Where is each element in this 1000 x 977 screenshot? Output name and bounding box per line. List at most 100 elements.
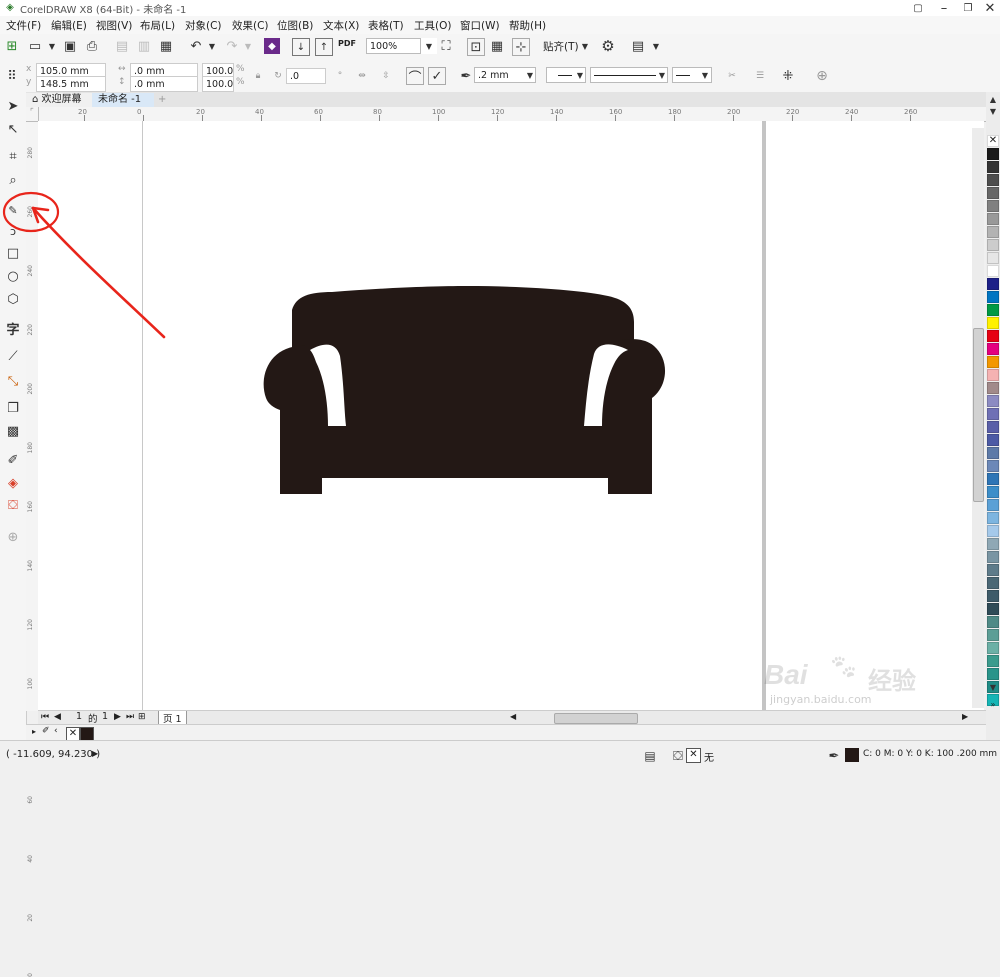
- save-icon[interactable]: ▣: [62, 38, 78, 54]
- color-swatch[interactable]: [987, 330, 999, 342]
- first-page-icon[interactable]: ⏮: [41, 712, 49, 722]
- zoom-dropdown-icon[interactable]: ▼: [420, 38, 437, 54]
- color-swatch[interactable]: [987, 161, 999, 173]
- menu-view[interactable]: 视图(V): [96, 18, 132, 33]
- polygon-tool-icon[interactable]: ⬡: [5, 291, 21, 307]
- redo-dropdown-icon[interactable]: ▼: [240, 38, 256, 54]
- lock-ratio-icon[interactable]: 🔒︎: [250, 68, 266, 84]
- color-swatch[interactable]: [987, 291, 999, 303]
- y-position-field[interactable]: 148.5 mm: [36, 76, 106, 92]
- redo-icon[interactable]: ↷: [224, 38, 240, 54]
- connector-tool-icon[interactable]: ⤡: [5, 373, 21, 389]
- color-swatch[interactable]: [987, 499, 999, 511]
- color-swatch[interactable]: [987, 239, 999, 251]
- show-grid-icon[interactable]: ▦: [489, 38, 505, 54]
- menu-table[interactable]: 表格(T): [368, 18, 404, 33]
- wrap-text-icon[interactable]: ☰: [752, 68, 768, 84]
- smart-fill-icon[interactable]: ⛋: [5, 497, 21, 513]
- account-icon[interactable]: ▢: [910, 0, 926, 16]
- ellipse-tool-icon[interactable]: ○: [5, 268, 21, 284]
- color-swatch[interactable]: [987, 421, 999, 433]
- vertical-scrollbar-thumb[interactable]: [973, 328, 984, 502]
- color-swatch[interactable]: [987, 590, 999, 602]
- color-swatch[interactable]: [987, 525, 999, 537]
- show-guidelines-icon[interactable]: ⊹: [512, 38, 530, 56]
- height-field[interactable]: .0 mm: [130, 76, 198, 92]
- color-swatch[interactable]: [987, 603, 999, 615]
- color-eyedropper-tool-icon[interactable]: ✐: [5, 452, 21, 468]
- color-swatch[interactable]: [987, 174, 999, 186]
- tab-welcome-screen[interactable]: ⌂ 欢迎屏幕: [26, 93, 102, 107]
- color-swatch[interactable]: [987, 434, 999, 446]
- hscroll-right-icon[interactable]: ▶: [962, 712, 968, 721]
- options-gear-icon[interactable]: ⚙: [600, 37, 616, 55]
- palette-scroll-up-icon[interactable]: ▲: [986, 94, 1000, 104]
- color-swatch[interactable]: [987, 252, 999, 264]
- zoom-tool-icon[interactable]: ⌕: [5, 172, 21, 188]
- color-swatch[interactable]: [987, 278, 999, 290]
- new-tab-button[interactable]: +: [152, 93, 172, 107]
- crop-tool-icon[interactable]: ⌗: [5, 148, 21, 164]
- next-page-icon[interactable]: ▶: [114, 712, 121, 722]
- search-content-icon[interactable]: ◆: [264, 38, 280, 54]
- status-flyout-icon[interactable]: ▶: [92, 749, 98, 758]
- color-swatch[interactable]: [987, 551, 999, 563]
- menu-tools[interactable]: 工具(O): [414, 18, 451, 33]
- open-dropdown-icon[interactable]: ▼: [44, 38, 60, 54]
- menu-help[interactable]: 帮助(H): [509, 18, 546, 33]
- line-style-dropdown-icon[interactable]: ▼: [654, 67, 670, 83]
- color-swatch[interactable]: [987, 629, 999, 641]
- color-swatch[interactable]: [987, 382, 999, 394]
- color-swatch[interactable]: [987, 447, 999, 459]
- color-swatch[interactable]: [987, 564, 999, 576]
- app-launcher-dropdown-icon[interactable]: ▼: [648, 38, 664, 54]
- palette-expand-icon[interactable]: ▼: [986, 682, 1000, 692]
- print-icon[interactable]: ⎙: [84, 38, 100, 54]
- color-swatch[interactable]: [987, 616, 999, 628]
- docpal-arrow-icon[interactable]: ▸: [32, 727, 36, 736]
- shape-tool-icon[interactable]: ↖: [5, 121, 21, 137]
- color-swatch[interactable]: [987, 668, 999, 680]
- close-curve-icon[interactable]: ✓: [428, 67, 446, 85]
- color-swatch[interactable]: [987, 408, 999, 420]
- drawing-canvas[interactable]: Bai 🐾︎ 经验 jingyan.baidu.com: [2, 121, 984, 710]
- export-icon[interactable]: ↑: [315, 38, 333, 56]
- color-swatch[interactable]: [987, 148, 999, 160]
- rectangle-tool-icon[interactable]: □: [5, 245, 21, 261]
- freehand-tool-icon[interactable]: ✎: [5, 202, 21, 218]
- start-arrow-dropdown-icon[interactable]: ▼: [572, 67, 588, 83]
- docpal-scroll-icon[interactable]: ‹: [54, 726, 58, 736]
- menu-text[interactable]: 文本(X): [323, 18, 359, 33]
- menu-bitmaps[interactable]: 位图(B): [277, 18, 313, 33]
- outline-width-dropdown-icon[interactable]: ▼: [522, 67, 538, 83]
- show-rulers-icon[interactable]: ⊡: [467, 38, 485, 56]
- color-swatch[interactable]: [987, 577, 999, 589]
- fill-none-swatch[interactable]: ✕: [686, 748, 701, 763]
- menu-layout[interactable]: 布局(L): [140, 18, 175, 33]
- docpal-eyedropper-icon[interactable]: ✐: [42, 726, 50, 736]
- undo-dropdown-icon[interactable]: ▼: [204, 38, 220, 54]
- scale-height-field[interactable]: 100.0: [202, 76, 234, 92]
- tab-document[interactable]: 未命名 -1: [92, 93, 154, 107]
- add-icon[interactable]: ⊕: [814, 68, 830, 84]
- minimize-button[interactable]: –: [936, 0, 952, 16]
- smart-fill-tool-icon[interactable]: ↄ: [5, 223, 21, 239]
- color-swatch[interactable]: [987, 213, 999, 225]
- menu-edit[interactable]: 编辑(E): [51, 18, 87, 33]
- palette-scroll-down-icon[interactable]: ▼: [986, 106, 1000, 116]
- color-swatch[interactable]: [987, 512, 999, 524]
- color-swatch[interactable]: [987, 460, 999, 472]
- color-swatch[interactable]: [987, 369, 999, 381]
- sofa-graphic[interactable]: [262, 286, 668, 496]
- color-swatch[interactable]: [987, 317, 999, 329]
- vertical-scrollbar[interactable]: [972, 128, 984, 708]
- end-arrow-dropdown-icon[interactable]: ▼: [697, 67, 713, 83]
- text-tool-icon[interactable]: 字: [5, 320, 21, 338]
- interactive-fill-tool-icon[interactable]: ◈: [5, 475, 21, 491]
- curve-edit-icon[interactable]: ⌒: [406, 67, 424, 86]
- add-page-icon[interactable]: ⊞: [138, 712, 146, 722]
- copy-icon[interactable]: ▥: [136, 38, 152, 54]
- color-swatch[interactable]: [987, 642, 999, 654]
- color-swatch[interactable]: [987, 395, 999, 407]
- mirror-horizontal-icon[interactable]: ⇹: [354, 68, 370, 84]
